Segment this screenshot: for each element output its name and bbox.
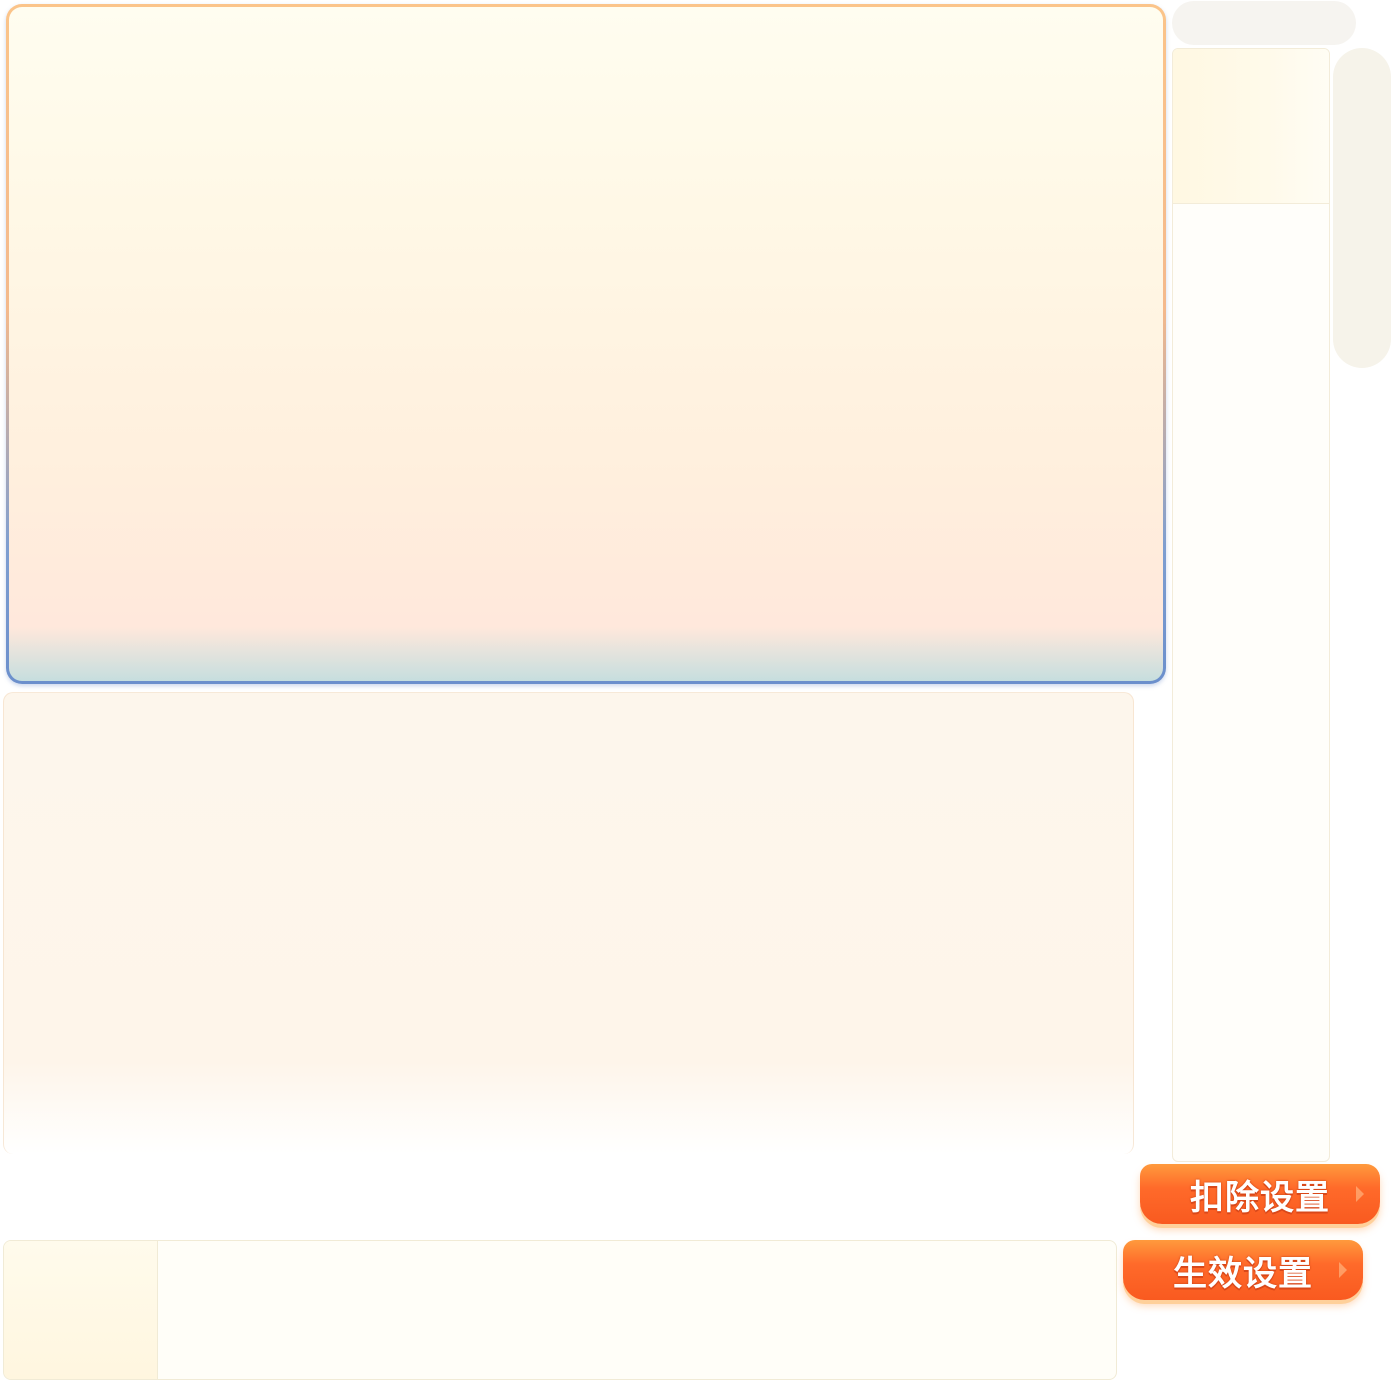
content-panel [3,692,1134,1154]
side-scroll-track[interactable] [1333,48,1391,368]
main-panel [6,4,1166,684]
top-right-pill[interactable] [1172,1,1356,45]
bottom-info-bar [3,1240,1117,1380]
side-list-column [1172,48,1330,1162]
side-list-header [1173,49,1329,204]
deduct-settings-button[interactable]: 扣除设置 [1140,1164,1380,1224]
bottom-bar-label-cell [4,1241,158,1379]
effective-settings-button[interactable]: 生效设置 [1123,1240,1363,1300]
page: 扣除设置 生效设置 [0,0,1394,1394]
